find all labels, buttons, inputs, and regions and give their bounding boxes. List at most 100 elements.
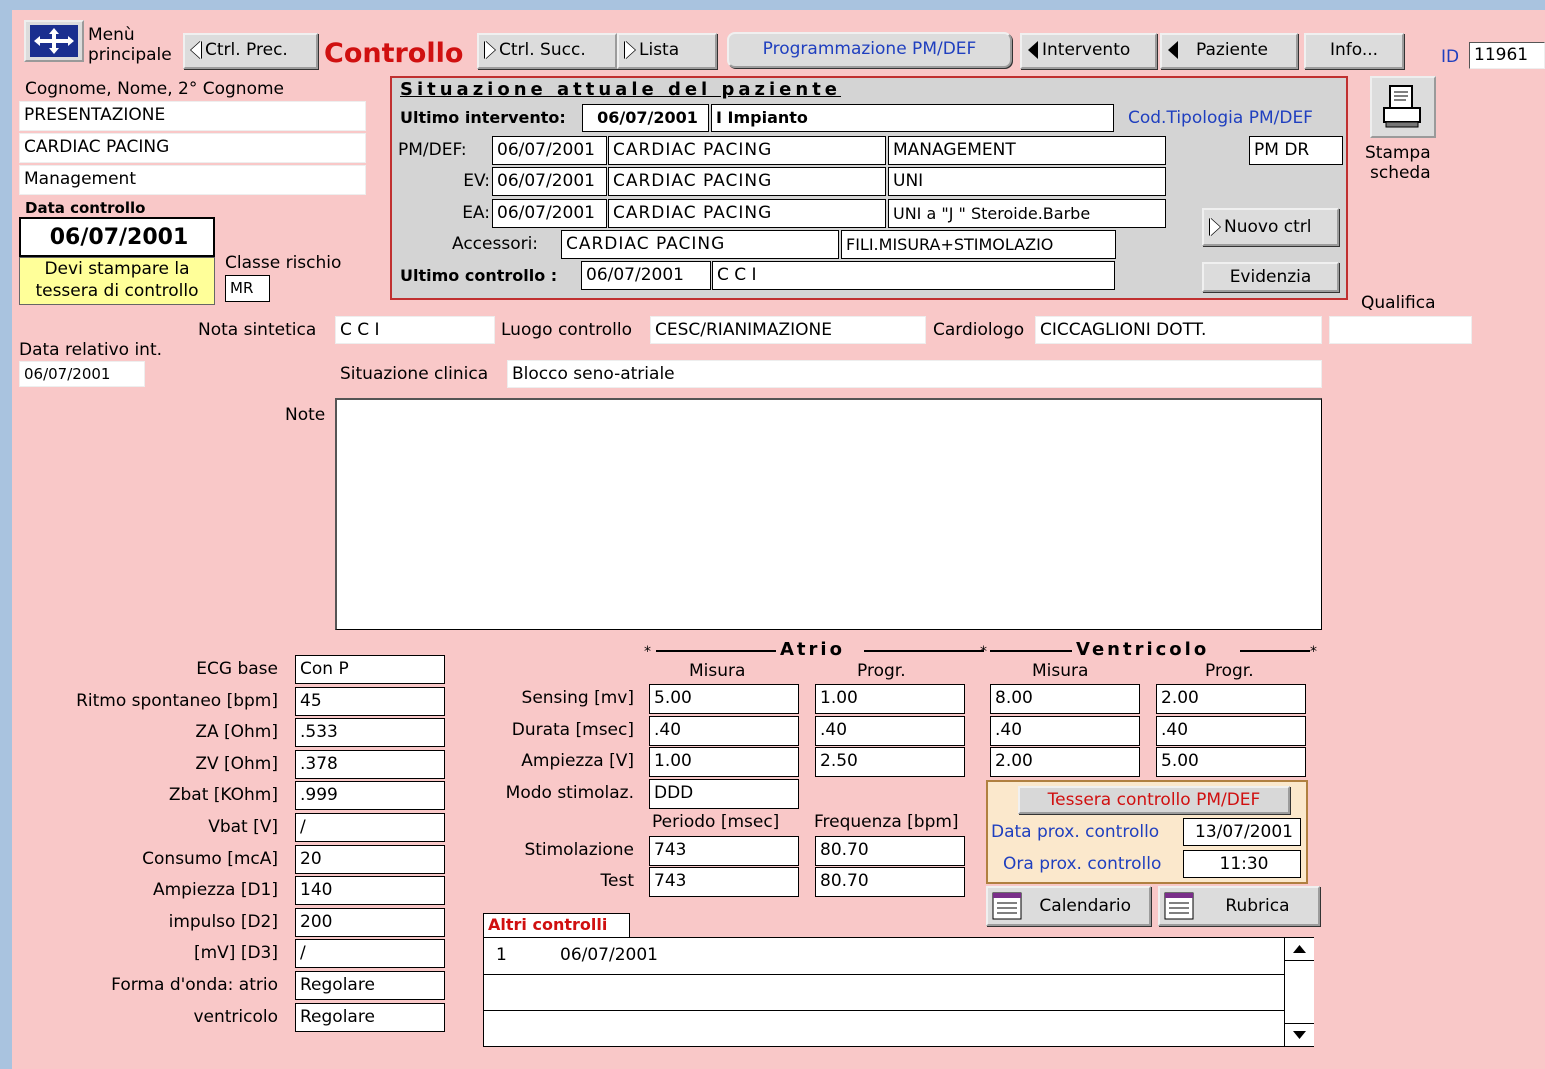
- surname-field[interactable]: PRESENTAZIONE: [19, 101, 366, 131]
- ampiezza-ventricolo-misura[interactable]: 2.00: [990, 747, 1140, 777]
- next-label: Ctrl. Succ.: [499, 40, 586, 60]
- ampiezza-ventricolo-progr[interactable]: 5.00: [1156, 747, 1306, 777]
- data-controllo-field[interactable]: 06/07/2001: [19, 217, 215, 257]
- accessori-model[interactable]: FILI.MISURA+STIMOLAZIO: [841, 230, 1116, 259]
- classe-rischio-label: Classe rischio: [225, 253, 342, 273]
- nota-sintetica-field[interactable]: C C I: [335, 316, 495, 344]
- durata-ventricolo-misura[interactable]: .40: [990, 716, 1140, 746]
- ampiezza-label: Ampiezza [V]: [521, 751, 634, 771]
- data-relativo-label: Data relativo int.: [19, 340, 163, 360]
- scrollbar[interactable]: [1284, 938, 1314, 1046]
- stampa-label-2: scheda: [1370, 163, 1431, 183]
- data-relativo-field[interactable]: 06/07/2001: [19, 361, 145, 387]
- param-field[interactable]: 140: [295, 876, 445, 905]
- calendario-button[interactable]: Calendario: [986, 886, 1151, 926]
- data-prox-field[interactable]: 13/07/2001: [1183, 818, 1301, 846]
- left-triangle-icon: [1168, 41, 1178, 59]
- luogo-controllo-field[interactable]: CESC/RIANIMAZIONE: [650, 316, 926, 344]
- durata-atrio-misura[interactable]: .40: [649, 716, 799, 746]
- test-frequenza[interactable]: 80.70: [815, 867, 965, 897]
- sensing-atrio-progr[interactable]: 1.00: [815, 684, 965, 714]
- ultimo-intervento-type[interactable]: I Impianto: [711, 104, 1114, 132]
- param-field[interactable]: /: [295, 813, 445, 842]
- note-textarea[interactable]: [335, 398, 1322, 630]
- arrow-down-icon: [1293, 1031, 1306, 1039]
- param-field[interactable]: Regolare: [295, 971, 445, 1000]
- ventricolo-misura-header: Misura: [1032, 661, 1089, 681]
- main-menu-button[interactable]: [24, 20, 84, 62]
- param-field[interactable]: 200: [295, 908, 445, 937]
- param-field[interactable]: 45: [295, 687, 445, 716]
- altri-controlli-tab[interactable]: Altri controlli: [483, 913, 630, 937]
- test-periodo[interactable]: 743: [649, 867, 799, 897]
- ev-maker[interactable]: CARDIAC PACING: [608, 167, 886, 196]
- warning-line-1: Devi stampare la: [44, 259, 190, 279]
- ev-model[interactable]: UNI: [888, 167, 1166, 196]
- info-button[interactable]: Info...: [1304, 33, 1404, 69]
- param-label: ECG base: [196, 659, 278, 679]
- ampiezza-atrio-misura[interactable]: 1.00: [649, 747, 799, 777]
- evidenzia-button[interactable]: Evidenzia: [1202, 262, 1339, 292]
- name-field[interactable]: CARDIAC PACING: [19, 133, 366, 163]
- param-field[interactable]: /: [295, 939, 445, 968]
- situazione-clinica-field[interactable]: Blocco seno-atriale: [507, 360, 1322, 388]
- stimolazione-periodo[interactable]: 743: [649, 836, 799, 866]
- sensing-atrio-misura[interactable]: 5.00: [649, 684, 799, 714]
- next-control-button[interactable]: Ctrl. Succ.: [477, 33, 617, 69]
- cod-tipologia-field[interactable]: PM DR: [1249, 136, 1343, 165]
- classe-rischio-field[interactable]: MR: [225, 275, 270, 302]
- sensing-ventricolo-misura[interactable]: 8.00: [990, 684, 1140, 714]
- modo-stimolaz-field[interactable]: DDD: [649, 779, 799, 809]
- id-field[interactable]: 11961: [1469, 42, 1545, 69]
- intervento-button[interactable]: Intervento: [1020, 33, 1157, 69]
- luogo-controllo-label: Luogo controllo: [501, 320, 632, 340]
- ultimo-controllo-date[interactable]: 06/07/2001: [581, 261, 711, 290]
- programmazione-button[interactable]: Programmazione PM/DEF: [727, 32, 1012, 68]
- lista-button[interactable]: Lista: [617, 33, 717, 69]
- pmdef-maker[interactable]: CARDIAC PACING: [608, 136, 886, 165]
- rubrica-label: Rubrica: [1225, 896, 1290, 916]
- rubrica-button[interactable]: Rubrica: [1158, 886, 1320, 926]
- paziente-button[interactable]: Paziente: [1160, 33, 1298, 69]
- ora-prox-field[interactable]: 11:30: [1183, 850, 1301, 878]
- ea-maker[interactable]: CARDIAC PACING: [608, 199, 886, 228]
- cardiologo-field[interactable]: CICCAGLIONI DOTT.: [1035, 316, 1322, 344]
- list-item[interactable]: [484, 974, 1284, 1011]
- durata-ventricolo-progr[interactable]: .40: [1156, 716, 1306, 746]
- qualifica-field[interactable]: [1329, 316, 1472, 344]
- ultimo-intervento-date[interactable]: 06/07/2001: [582, 104, 709, 132]
- nuovo-ctrl-button[interactable]: Nuovo ctrl: [1202, 208, 1339, 246]
- ev-date[interactable]: 06/07/2001: [492, 167, 607, 196]
- list-item[interactable]: 1 06/07/2001: [484, 938, 1284, 975]
- param-field[interactable]: Con P: [295, 655, 445, 684]
- param-field[interactable]: .533: [295, 718, 445, 747]
- param-field[interactable]: 20: [295, 845, 445, 874]
- param-label: Ritmo spontaneo [bpm]: [76, 691, 278, 711]
- calendar-icon: [992, 892, 1022, 920]
- scroll-down-button[interactable]: [1285, 1023, 1314, 1046]
- ora-prox-label: Ora prox. controllo: [1003, 854, 1162, 874]
- stampa-scheda-button[interactable]: [1370, 76, 1436, 138]
- accessori-maker[interactable]: CARDIAC PACING: [561, 230, 839, 259]
- param-field[interactable]: .999: [295, 781, 445, 810]
- pmdef-date[interactable]: 06/07/2001: [492, 136, 607, 165]
- test-label: Test: [600, 871, 634, 891]
- asterisk-marker: *: [1310, 644, 1317, 660]
- ea-model[interactable]: UNI a "J " Steroide.Barbe: [888, 199, 1166, 228]
- tessera-controllo-button[interactable]: Tessera controllo PM/DEF: [1018, 786, 1290, 814]
- ea-date[interactable]: 06/07/2001: [492, 199, 607, 228]
- second-surname-field[interactable]: Management: [19, 165, 366, 195]
- param-field[interactable]: Regolare: [295, 1003, 445, 1032]
- data-prox-label: Data prox. controllo: [991, 822, 1160, 842]
- atrio-progr-header: Progr.: [857, 661, 906, 681]
- sensing-ventricolo-progr[interactable]: 2.00: [1156, 684, 1306, 714]
- durata-atrio-progr[interactable]: .40: [815, 716, 965, 746]
- stimolazione-frequenza[interactable]: 80.70: [815, 836, 965, 866]
- param-field[interactable]: .378: [295, 750, 445, 779]
- scroll-up-button[interactable]: [1285, 938, 1314, 961]
- ampiezza-atrio-progr[interactable]: 2.50: [815, 747, 965, 777]
- param-label: Zbat [KOhm]: [168, 785, 278, 805]
- prev-control-button[interactable]: Ctrl. Prec.: [183, 33, 318, 69]
- pmdef-model[interactable]: MANAGEMENT: [888, 136, 1166, 165]
- ultimo-controllo-note[interactable]: C C I: [712, 261, 1115, 290]
